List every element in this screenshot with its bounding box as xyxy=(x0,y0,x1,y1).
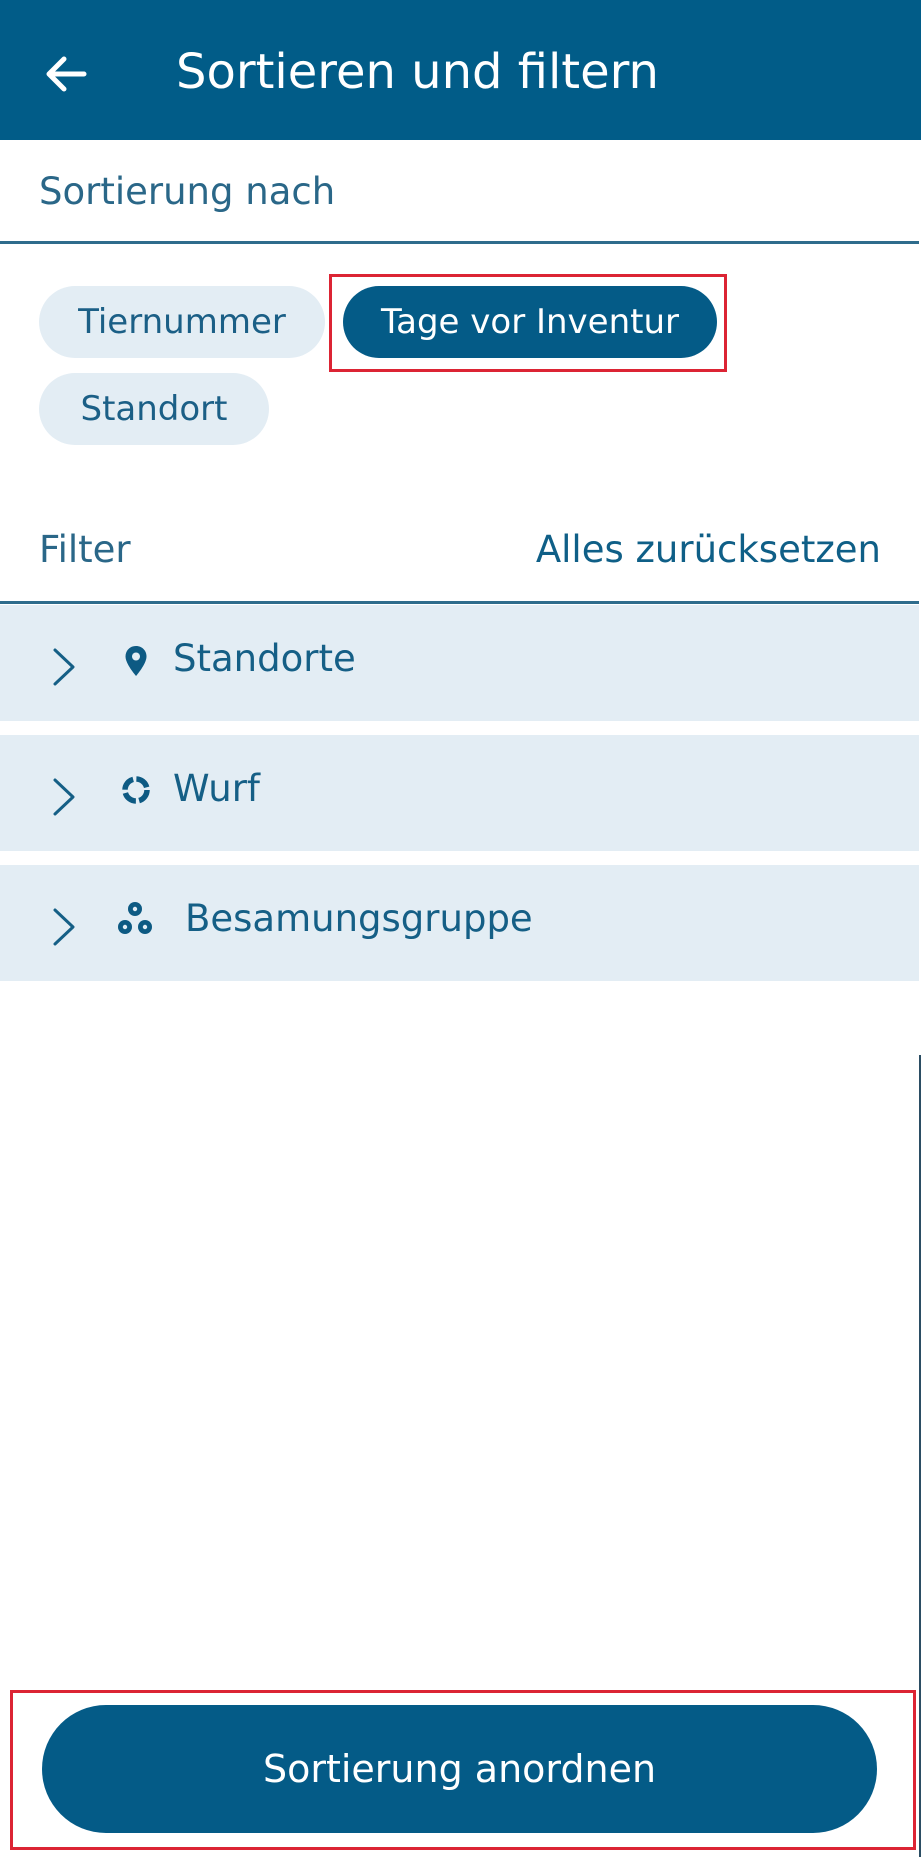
sort-chip-tage-vor-inventur[interactable]: Tage vor Inventur xyxy=(343,286,717,358)
filter-row-label-besamungsgruppe: Besamungsgruppe xyxy=(185,897,533,940)
chevron-right-icon xyxy=(53,908,75,946)
apply-sort-button[interactable]: Sortierung anordnen xyxy=(42,1705,877,1833)
filter-row-besamungsgruppe[interactable]: Besamungsgruppe xyxy=(0,865,919,981)
location-pin-icon xyxy=(119,643,153,679)
back-button[interactable] xyxy=(36,44,96,104)
filter-row-standorte[interactable]: Standorte xyxy=(0,605,919,721)
filter-row-wurf[interactable]: Wurf xyxy=(0,735,919,851)
group-animals-icon xyxy=(115,899,155,939)
sort-section-label: Sortierung nach xyxy=(39,170,336,213)
filter-row-label-wurf: Wurf xyxy=(173,767,260,810)
arrow-left-icon xyxy=(46,56,87,92)
chevron-right-icon xyxy=(53,648,75,686)
chevron-right-icon xyxy=(53,778,75,816)
filter-row-label-standorte: Standorte xyxy=(173,637,356,680)
sort-divider xyxy=(0,241,919,244)
sort-chip-tiernummer[interactable]: Tiernummer xyxy=(39,286,325,358)
litter-ring-icon xyxy=(119,773,153,807)
filter-divider xyxy=(0,601,919,604)
filter-section-label: Filter xyxy=(39,528,131,571)
page-title: Sortieren und filtern xyxy=(176,44,659,100)
sort-chip-standort[interactable]: Standort xyxy=(39,373,269,445)
reset-all-link[interactable]: Alles zurücksetzen xyxy=(536,526,881,574)
app-bar: Sortieren und filtern xyxy=(0,0,921,140)
